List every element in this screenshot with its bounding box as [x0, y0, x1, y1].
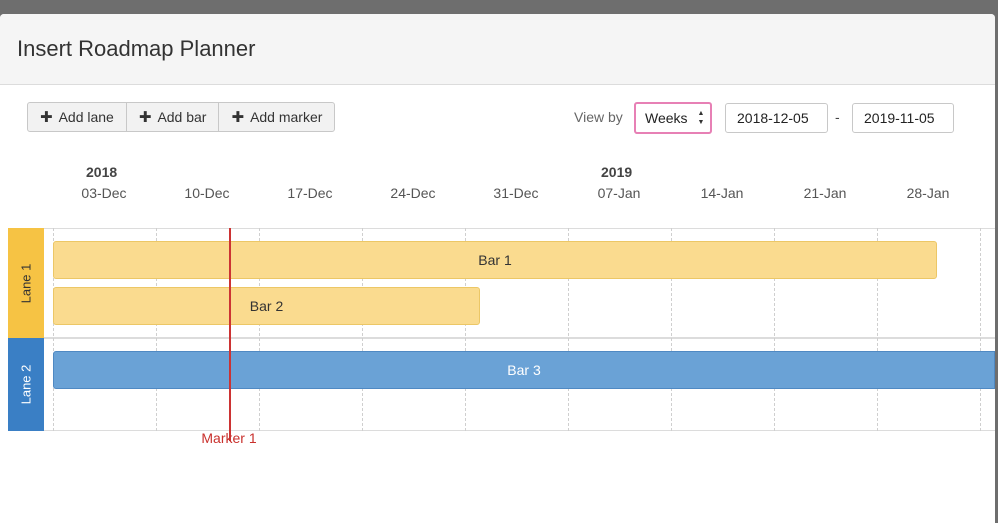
view-by-select[interactable]: Weeks ▲ ▼ — [634, 102, 712, 134]
add-bar-button[interactable]: ✚ Add bar — [125, 102, 220, 132]
year-label-2018: 2018 — [86, 164, 118, 180]
bar-3[interactable]: Bar 3 — [53, 351, 995, 389]
lane-label-2[interactable]: Lane 2 — [8, 338, 44, 431]
date-range-separator: - — [835, 109, 840, 125]
start-date-input[interactable] — [725, 103, 828, 133]
bar-3-title: Bar 3 — [507, 362, 541, 378]
end-date-input[interactable] — [852, 103, 954, 133]
week-label: 14-Jan — [700, 185, 744, 201]
dialog-header: Insert Roadmap Planner — [0, 14, 995, 85]
week-label: 17-Dec — [287, 185, 333, 201]
plus-icon: ✚ — [40, 108, 53, 126]
lane-2-title: Lane 2 — [18, 364, 34, 405]
grid-line — [980, 228, 981, 431]
week-label: 03-Dec — [81, 185, 127, 201]
add-marker-button[interactable]: ✚ Add marker — [218, 102, 336, 132]
add-lane-label: Add lane — [58, 109, 114, 125]
bar-2-title: Bar 2 — [249, 298, 284, 314]
year-label-2019: 2019 — [601, 164, 633, 180]
plus-icon: ✚ — [231, 108, 245, 126]
plus-icon: ✚ — [138, 108, 152, 126]
toolbar-button-group: ✚ Add lane ✚ Add bar ✚ Add marker — [27, 102, 336, 132]
week-label: 28-Jan — [906, 185, 950, 201]
week-label: 21-Jan — [803, 185, 847, 201]
add-bar-label: Add bar — [157, 109, 207, 125]
add-marker-label: Add marker — [250, 109, 323, 125]
select-arrows-icon: ▲ ▼ — [697, 110, 705, 126]
lane-1-title: Lane 1 — [18, 263, 34, 303]
week-label: 10-Dec — [184, 185, 230, 201]
dialog-title: Insert Roadmap Planner — [17, 36, 256, 61]
view-by-label: View by — [574, 109, 623, 125]
view-by-selected-value: Weeks — [645, 110, 688, 126]
week-label: 07-Jan — [597, 185, 641, 201]
week-label: 31-Dec — [493, 185, 539, 201]
marker-1-label[interactable]: Marker 1 — [189, 430, 269, 446]
add-lane-button[interactable]: ✚ Add lane — [27, 102, 127, 132]
lane-label-1[interactable]: Lane 1 — [8, 228, 44, 338]
week-label: 24-Dec — [390, 185, 436, 201]
bar-1[interactable]: Bar 1 — [53, 241, 937, 279]
marker-1-line[interactable] — [229, 228, 231, 441]
bar-2[interactable]: Bar 2 — [53, 287, 480, 325]
bar-1-title: Bar 1 — [478, 252, 512, 268]
